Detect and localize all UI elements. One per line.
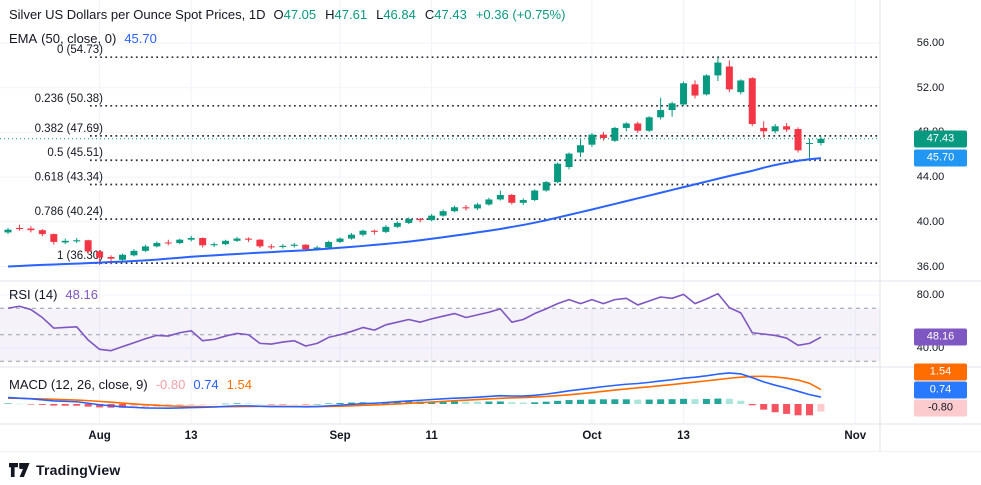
time-axis-label: Oct [582,430,601,442]
macd-indicator-legend[interactable]: MACD (12, 26, close, 9) -0.80 0.74 1.54 [9,377,252,393]
price-axis-label: 44.00 [880,171,981,183]
rsi-value: 48.16 [65,287,98,303]
ohlc-close: C47.43 [425,7,467,23]
ema-line [8,158,821,266]
ema-name: EMA [9,31,37,47]
fib-level-label: 0.618 (43.34) [35,171,104,183]
candlestick-series [5,58,825,265]
time-axis-label: 13 [185,430,198,442]
macd-line-value: 0.74 [193,377,218,393]
rsi-name: RSI (14) [9,287,57,303]
macd-value-badge: 0.74 [914,381,967,398]
time-scale[interactable]: Aug 13 Sep 11 Oct 13 Nov [0,424,880,452]
price-axis-label: 40.00 [880,216,981,228]
ohlc-low: L46.84 [376,7,416,23]
footer-branding: TradingView [9,459,120,481]
time-axis-label: Aug [88,430,110,442]
macd-value-badge: -0.80 [914,399,967,416]
ohlc-high: H47.61 [325,7,367,23]
time-axis-label: Sep [330,430,351,442]
ema-value: 45.70 [124,31,157,47]
macd-hist-value: -0.80 [156,377,186,393]
rsi-value-badge: 48.16 [914,329,967,346]
macd-name: MACD (12, 26, close, 9) [9,377,148,393]
price-scale[interactable]: 56.0052.0048.0044.0040.0036.0080.0040.00… [880,0,981,452]
time-axis-label: 13 [677,430,690,442]
time-axis-label: 11 [426,430,438,442]
tradingview-brand-text[interactable]: TradingView [36,462,120,478]
symbol-legend[interactable]: Silver US Dollars per Ounce Spot Prices,… [9,7,565,23]
macd-value-badge: 1.54 [914,363,967,380]
price-axis-label: 52.00 [880,82,981,94]
time-axis-label: Nov [844,430,866,442]
ema-indicator-legend[interactable]: EMA (50, close, 0) 45.70 [9,31,157,47]
fib-level-label: 0.382 (47.69) [35,123,104,135]
price-axis-label: 36.00 [880,261,981,273]
tradingview-logo-icon[interactable] [9,463,30,478]
price-axis-label: 56.00 [880,37,981,49]
fib-level-label: 0.786 (40.24) [35,206,104,218]
rsi-axis-label: 80.00 [880,289,981,301]
ema-params: (50, close, 0) [41,31,116,47]
ema-value-badge: 45.70 [914,150,967,167]
tradingview-chart-window: 0 (54.73)0.236 (50.38)0.382 (47.69)0.5 (… [0,0,981,485]
macd-signal-value: 1.54 [227,377,252,393]
current-price-badge: 47.43 [914,130,967,147]
ohlc-open: O47.05 [273,7,316,23]
price-change: +0.36 (+0.75%) [476,7,566,23]
symbol-title: Silver US Dollars per Ounce Spot Prices,… [9,7,265,23]
fib-level-label: 0.236 (50.38) [35,93,104,105]
fib-level-label: 0.5 (45.51) [47,147,103,159]
rsi-indicator-legend[interactable]: RSI (14) 48.16 [9,287,98,303]
